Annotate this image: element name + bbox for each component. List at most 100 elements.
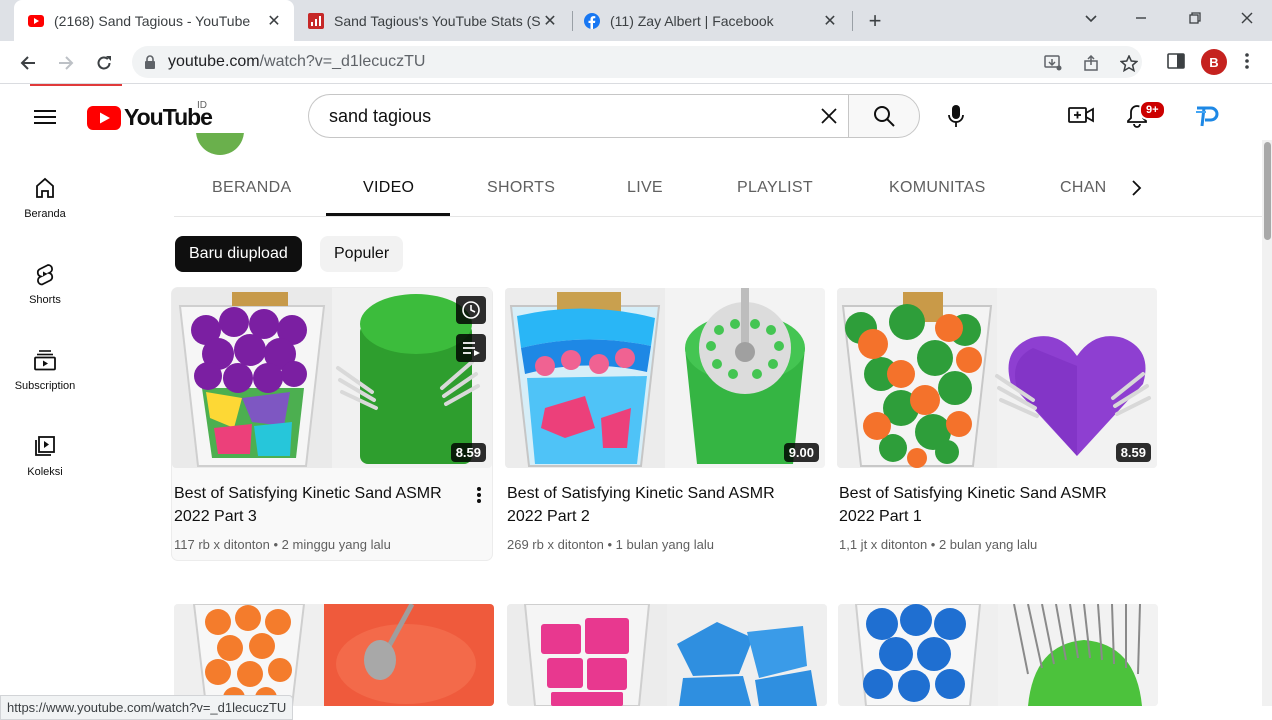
guide-item-shorts[interactable]: Shorts	[0, 244, 90, 318]
browser-tab-title: Sand Tagious's YouTube Stats (S	[334, 12, 540, 29]
install-app-icon[interactable]	[1044, 55, 1062, 71]
add-to-queue-icon[interactable]	[456, 334, 486, 362]
video-card[interactable]: 8.59 Best of Satisfying Kinetic Sand ASM…	[172, 288, 492, 560]
video-duration: 8.59	[450, 443, 486, 462]
guide-item-koleksi[interactable]: Koleksi	[0, 416, 90, 490]
guide-item-beranda[interactable]: Beranda	[0, 158, 90, 232]
tab-shorts[interactable]: SHORTS	[487, 160, 555, 216]
back-arrow-icon[interactable]	[14, 49, 42, 77]
browser-tab-youtube[interactable]: (2168) Sand Tagious - YouTube ✕	[14, 0, 294, 41]
upload-age: 2 minggu yang lalu	[281, 537, 391, 552]
menu-hamburger-icon[interactable]	[34, 108, 56, 126]
video-card[interactable]	[174, 604, 494, 706]
video-thumbnail[interactable]: 8.59	[837, 288, 1157, 468]
close-tab-icon[interactable]: ✕	[264, 11, 284, 31]
restore-window-icon[interactable]	[1170, 0, 1220, 36]
video-thumbnail[interactable]	[838, 604, 1158, 706]
voice-search-button[interactable]	[936, 96, 976, 136]
video-thumbnail[interactable]	[174, 604, 494, 706]
guide-item-label: Koleksi	[27, 466, 63, 478]
page-scrollbar-thumb[interactable]	[1264, 142, 1271, 240]
guide-item-label: Beranda	[24, 208, 66, 220]
subscriptions-icon	[34, 350, 56, 371]
more-actions-icon[interactable]	[476, 486, 482, 504]
clear-search-icon[interactable]	[818, 105, 840, 127]
minimize-window-icon[interactable]	[1116, 0, 1166, 36]
watch-later-clock-icon[interactable]	[456, 296, 486, 324]
notifications-badge: 9+	[1139, 100, 1166, 120]
video-metadata: 1,1 jt x ditonton • 2 bulan yang lalu	[839, 537, 1038, 552]
view-count: 1,1 jt x ditonton	[839, 537, 928, 552]
home-icon	[36, 177, 54, 198]
forward-arrow-icon[interactable]	[52, 49, 80, 77]
video-thumbnail[interactable]	[507, 604, 827, 706]
youtube-favicon-icon	[28, 14, 44, 27]
create-video-icon[interactable]	[1068, 104, 1094, 126]
youtube-logo[interactable]: YouTube ID	[87, 100, 213, 131]
search-icon	[874, 106, 895, 127]
upload-age: 2 bulan yang lalu	[938, 537, 1038, 552]
side-panel-icon[interactable]	[1167, 52, 1185, 70]
microphone-icon	[948, 105, 964, 127]
video-card[interactable]	[507, 604, 827, 706]
browser-toolbar: youtube.com/watch?v=_d1lecuczTU B	[0, 41, 1272, 84]
chip-latest[interactable]: Baru diupload	[175, 236, 302, 272]
browser-tab-stats[interactable]: Sand Tagious's YouTube Stats (S ✕	[296, 0, 570, 41]
video-card[interactable]	[838, 604, 1158, 706]
chevron-right-icon[interactable]	[1124, 176, 1148, 200]
share-icon[interactable]	[1083, 55, 1101, 71]
youtube-play-logo-icon	[87, 105, 121, 130]
address-url: youtube.com/watch?v=_d1lecuczTU	[168, 53, 426, 70]
account-avatar-icon[interactable]	[1192, 102, 1220, 130]
country-code: ID	[197, 100, 207, 111]
tab-search-icon[interactable]	[1066, 0, 1116, 36]
video-card[interactable]: 9.00 Best of Satisfying Kinetic Sand ASM…	[505, 288, 825, 560]
mini-guide: Beranda Shorts Subscription Koleksi	[0, 146, 90, 706]
video-title[interactable]: Best of Satisfying Kinetic Sand ASMR 202…	[507, 482, 787, 528]
stats-favicon-icon	[308, 12, 324, 29]
search-input[interactable]	[327, 105, 787, 127]
link-status-bubble: https://www.youtube.com/watch?v=_d1lecuc…	[0, 695, 294, 720]
reload-icon[interactable]	[90, 49, 118, 77]
browser-tab-title: (2168) Sand Tagious - YouTube	[54, 12, 251, 29]
video-title[interactable]: Best of Satisfying Kinetic Sand ASMR 202…	[174, 482, 454, 528]
video-card[interactable]: 8.59 Best of Satisfying Kinetic Sand ASM…	[837, 288, 1157, 560]
view-count: 117 rb x ditonton	[174, 537, 270, 552]
facebook-favicon-icon	[584, 12, 600, 29]
tabs-divider	[174, 216, 1262, 217]
tab-channels[interactable]: CHAN	[1060, 160, 1107, 216]
thumbnail-image	[174, 604, 494, 706]
lock-icon	[145, 55, 155, 69]
video-metadata: 269 rb x ditonton • 1 bulan yang lalu	[507, 537, 714, 552]
close-tab-icon[interactable]: ✕	[540, 11, 560, 31]
browser-tab-facebook[interactable]: (11) Zay Albert | Facebook ✕	[574, 0, 850, 41]
video-duration: 8.59	[1115, 443, 1151, 462]
browser-tabstrip: (2168) Sand Tagious - YouTube ✕ Sand Tag…	[0, 0, 1272, 41]
thumbnail-image	[505, 288, 825, 468]
chrome-menu-icon[interactable]	[1244, 52, 1250, 70]
channel-avatar[interactable]	[196, 133, 244, 155]
video-title[interactable]: Best of Satisfying Kinetic Sand ASMR 202…	[839, 482, 1119, 528]
search-box[interactable]	[308, 94, 848, 138]
upload-age: 1 bulan yang lalu	[615, 537, 714, 552]
chip-popular[interactable]: Populer	[320, 236, 404, 272]
video-thumbnail[interactable]: 8.59	[172, 288, 492, 468]
profile-avatar[interactable]: B	[1201, 49, 1227, 75]
tab-playlist[interactable]: PLAYLIST	[737, 160, 813, 216]
address-bar[interactable]: youtube.com/watch?v=_d1lecuczTU	[132, 46, 1142, 78]
close-window-icon[interactable]	[1222, 0, 1272, 36]
tab-live[interactable]: LIVE	[627, 160, 663, 216]
close-tab-icon[interactable]: ✕	[820, 11, 840, 31]
bookmark-star-icon[interactable]	[1120, 55, 1138, 72]
guide-item-subscription[interactable]: Subscription	[0, 330, 90, 404]
guide-item-label: Subscription	[14, 380, 76, 392]
video-thumbnail[interactable]: 9.00	[505, 288, 825, 468]
thumbnail-image	[838, 604, 1158, 706]
tab-beranda[interactable]: BERANDA	[212, 160, 291, 216]
search-button[interactable]	[848, 94, 920, 138]
channel-tabs: BERANDA VIDEO SHORTS LIVE PLAYLIST KOMUN…	[174, 160, 1154, 216]
shorts-icon	[36, 264, 54, 286]
tab-komunitas[interactable]: KOMUNITAS	[889, 160, 986, 216]
tab-video[interactable]: VIDEO	[363, 160, 414, 216]
new-tab-button[interactable]: +	[862, 8, 888, 34]
